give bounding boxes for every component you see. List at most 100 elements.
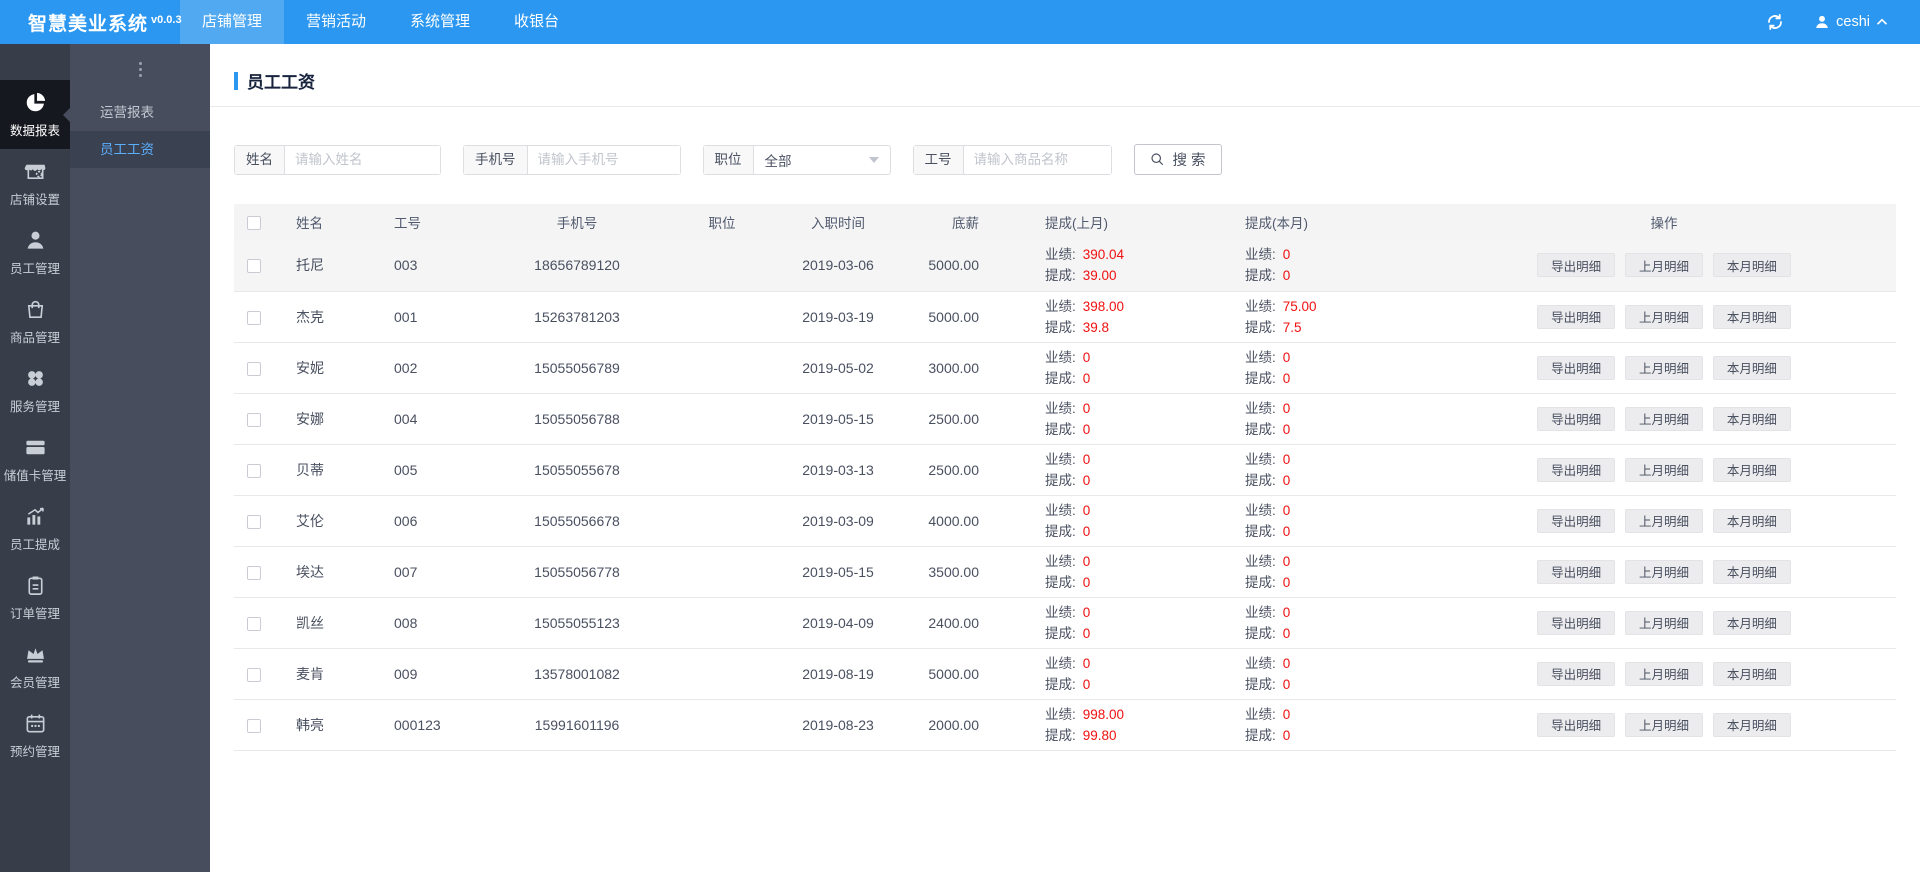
nav-item-system[interactable]: 系统管理	[388, 0, 492, 44]
export-detail-button[interactable]: 导出明细	[1537, 304, 1616, 329]
performance-value: 0	[1082, 655, 1091, 671]
staff-id-input[interactable]	[963, 145, 1111, 174]
last-month-detail-button[interactable]: 上月明细	[1624, 355, 1703, 380]
sidebar-item-goods-management[interactable]: 商品管理	[0, 287, 70, 356]
export-detail-button[interactable]: 导出明细	[1537, 406, 1616, 431]
sidebar-item-service-management[interactable]: 服务管理	[0, 356, 70, 425]
this-month-detail-button[interactable]: 本月明细	[1712, 355, 1791, 380]
this-month-detail-button[interactable]: 本月明细	[1712, 661, 1791, 686]
this-month-detail-button[interactable]: 本月明细	[1712, 457, 1791, 482]
order-clipboard-icon	[27, 575, 43, 595]
row-checkbox[interactable]	[247, 616, 261, 631]
last-month-detail-button[interactable]: 上月明细	[1624, 253, 1703, 278]
last-month-detail-button[interactable]: 上月明细	[1624, 559, 1703, 584]
row-checkbox[interactable]	[247, 718, 261, 733]
commission-chart-icon	[26, 507, 44, 525]
cell-base-salary: 2500.00	[912, 393, 987, 445]
nav-item-marketing[interactable]: 营销活动	[284, 0, 388, 44]
performance-label: 业绩:	[1245, 706, 1276, 722]
commission-label: 提成:	[1245, 268, 1276, 284]
cell-phone: 15055056789	[474, 342, 680, 394]
cell-commission-last-month: 业绩: 390.04 提成: 39.00	[987, 240, 1237, 292]
row-checkbox[interactable]	[247, 667, 261, 682]
commission-value: 7.5	[1282, 319, 1302, 335]
this-month-detail-button[interactable]: 本月明细	[1712, 253, 1791, 278]
search-button-label: 搜 索	[1172, 153, 1206, 169]
appointment-calendar-icon	[26, 714, 44, 732]
row-checkbox[interactable]	[247, 361, 261, 376]
row-checkbox[interactable]	[247, 463, 261, 478]
sidebar-item-stored-value-card[interactable]: 储值卡管理	[0, 425, 70, 494]
name-filter: 姓名	[234, 144, 441, 175]
name-input[interactable]	[285, 145, 440, 174]
sidebar-item-staff-commission[interactable]: 员工提成	[0, 494, 70, 563]
nav-item-cashier[interactable]: 收银台	[492, 0, 581, 44]
sidebar-collapse-handle[interactable]	[70, 44, 210, 94]
performance-value: 0	[1282, 604, 1291, 620]
user-menu[interactable]: ceshi	[1814, 14, 1888, 30]
position-select[interactable]: 全部	[754, 146, 890, 174]
sidebar-item-staff-management[interactable]: 员工管理	[0, 218, 70, 287]
commission-label: 提成:	[1045, 421, 1076, 437]
export-detail-button[interactable]: 导出明细	[1537, 457, 1616, 482]
last-month-detail-button[interactable]: 上月明细	[1624, 712, 1703, 737]
cell-commission-this-month: 业绩: 0 提成: 0	[1237, 444, 1432, 496]
performance-value: 0	[1282, 349, 1291, 365]
table-row: 麦肯 009 13578001082 2019-08-19 5000.00 业绩…	[234, 648, 1896, 700]
export-detail-button[interactable]: 导出明细	[1537, 559, 1616, 584]
top-menu: 店铺管理 营销活动 系统管理 收银台	[180, 0, 581, 44]
staff-icon	[27, 231, 43, 249]
cell-name: 安妮	[274, 342, 372, 394]
cell-staff-id: 009	[372, 648, 474, 700]
export-detail-button[interactable]: 导出明细	[1537, 610, 1616, 635]
export-detail-button[interactable]: 导出明细	[1537, 661, 1616, 686]
submenu-item-operation-reports[interactable]: 运营报表	[70, 94, 210, 131]
cell-actions: 导出明细 上月明细 本月明细	[1432, 495, 1896, 547]
last-month-detail-button[interactable]: 上月明细	[1624, 610, 1703, 635]
cell-staff-id: 003	[372, 240, 474, 292]
sidebar-item-store-settings[interactable]: 店铺设置	[0, 149, 70, 218]
export-detail-button[interactable]: 导出明细	[1537, 508, 1616, 533]
export-detail-button[interactable]: 导出明细	[1537, 355, 1616, 380]
row-checkbox[interactable]	[247, 412, 261, 427]
commission-label: 提成:	[1245, 472, 1276, 488]
cell-hire-date: 2019-03-13	[764, 444, 912, 496]
commission-value: 39.00	[1082, 268, 1117, 284]
nav-item-store-management[interactable]: 店铺管理	[180, 0, 285, 44]
this-month-detail-button[interactable]: 本月明细	[1712, 610, 1791, 635]
sidebar-item-member-management[interactable]: 会员管理	[0, 632, 70, 701]
row-checkbox[interactable]	[247, 259, 261, 274]
last-month-detail-button[interactable]: 上月明细	[1624, 457, 1703, 482]
row-checkbox[interactable]	[247, 310, 261, 325]
last-month-detail-button[interactable]: 上月明细	[1624, 304, 1703, 329]
this-month-detail-button[interactable]: 本月明细	[1712, 712, 1791, 737]
cell-commission-last-month: 业绩: 0 提成: 0	[987, 648, 1237, 700]
sidebar-item-order-management[interactable]: 订单管理	[0, 563, 70, 632]
cell-phone: 15055056778	[474, 546, 680, 598]
cell-base-salary: 2000.00	[912, 699, 987, 751]
export-detail-button[interactable]: 导出明细	[1537, 712, 1616, 737]
sidebar-item-data-reports[interactable]: 数据报表	[0, 80, 70, 149]
cell-position	[680, 342, 764, 394]
staff-id-filter: 工号	[912, 144, 1112, 175]
search-button[interactable]: 搜 索	[1133, 144, 1222, 175]
header-name: 姓名	[274, 204, 372, 240]
cell-actions: 导出明细 上月明细 本月明细	[1432, 699, 1896, 751]
sidebar-item-appointment-management[interactable]: 预约管理	[0, 701, 70, 770]
cell-base-salary: 3000.00	[912, 342, 987, 394]
this-month-detail-button[interactable]: 本月明细	[1712, 508, 1791, 533]
refresh-icon[interactable]	[1766, 13, 1784, 31]
this-month-detail-button[interactable]: 本月明细	[1712, 559, 1791, 584]
this-month-detail-button[interactable]: 本月明细	[1712, 406, 1791, 431]
last-month-detail-button[interactable]: 上月明细	[1624, 406, 1703, 431]
submenu-item-staff-salary[interactable]: 员工工资	[70, 131, 210, 168]
row-checkbox[interactable]	[247, 514, 261, 529]
this-month-detail-button[interactable]: 本月明细	[1712, 304, 1791, 329]
row-checkbox[interactable]	[247, 565, 261, 580]
export-detail-button[interactable]: 导出明细	[1537, 253, 1616, 278]
select-all-checkbox[interactable]	[247, 215, 261, 230]
last-month-detail-button[interactable]: 上月明细	[1624, 508, 1703, 533]
last-month-detail-button[interactable]: 上月明细	[1624, 661, 1703, 686]
commission-value: 0	[1282, 625, 1291, 641]
phone-input[interactable]	[527, 145, 680, 174]
